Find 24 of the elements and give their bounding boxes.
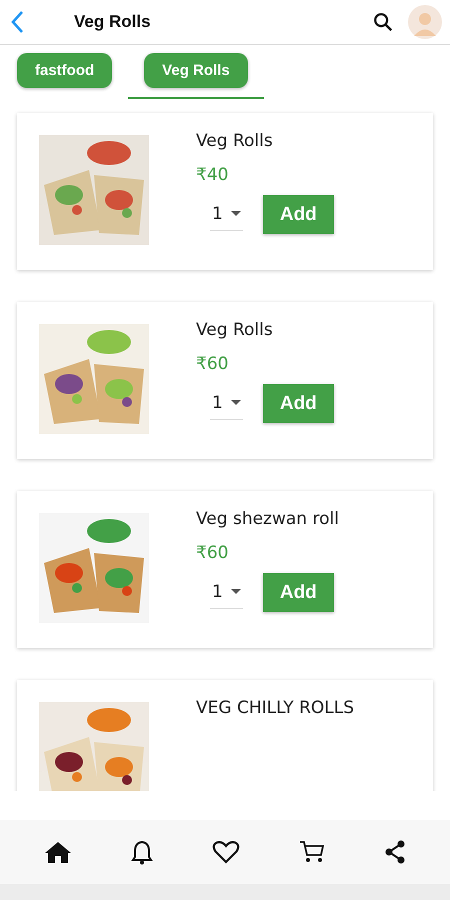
add-button[interactable]: Add xyxy=(262,195,334,234)
add-button[interactable]: Add xyxy=(262,573,334,612)
search-icon[interactable] xyxy=(372,11,394,33)
product-name: Veg Rolls xyxy=(196,320,273,340)
product-name: Veg shezwan roll xyxy=(196,509,339,529)
quantity-dropdown[interactable]: 1 xyxy=(210,198,243,231)
product-price: ₹40 xyxy=(196,165,228,185)
share-icon[interactable] xyxy=(384,840,406,864)
caret-icon xyxy=(230,211,241,217)
cart-icon[interactable] xyxy=(299,840,326,864)
product-name: Veg Rolls xyxy=(196,131,273,151)
home-icon[interactable] xyxy=(44,840,72,864)
product-price: ₹60 xyxy=(196,354,228,374)
quantity-dropdown[interactable]: 1 xyxy=(210,576,243,609)
caret-icon xyxy=(230,400,241,406)
page-title: Veg Rolls xyxy=(74,12,152,32)
add-button[interactable]: Add xyxy=(262,384,334,423)
back-icon[interactable] xyxy=(10,10,24,34)
product-price: ₹60 xyxy=(196,543,228,563)
caret-icon xyxy=(230,589,241,595)
bell-icon[interactable] xyxy=(130,839,153,865)
heart-icon[interactable] xyxy=(212,840,240,864)
quantity-dropdown[interactable]: 1 xyxy=(210,387,243,420)
product-name: VEG CHILLY ROLLS xyxy=(196,698,354,718)
